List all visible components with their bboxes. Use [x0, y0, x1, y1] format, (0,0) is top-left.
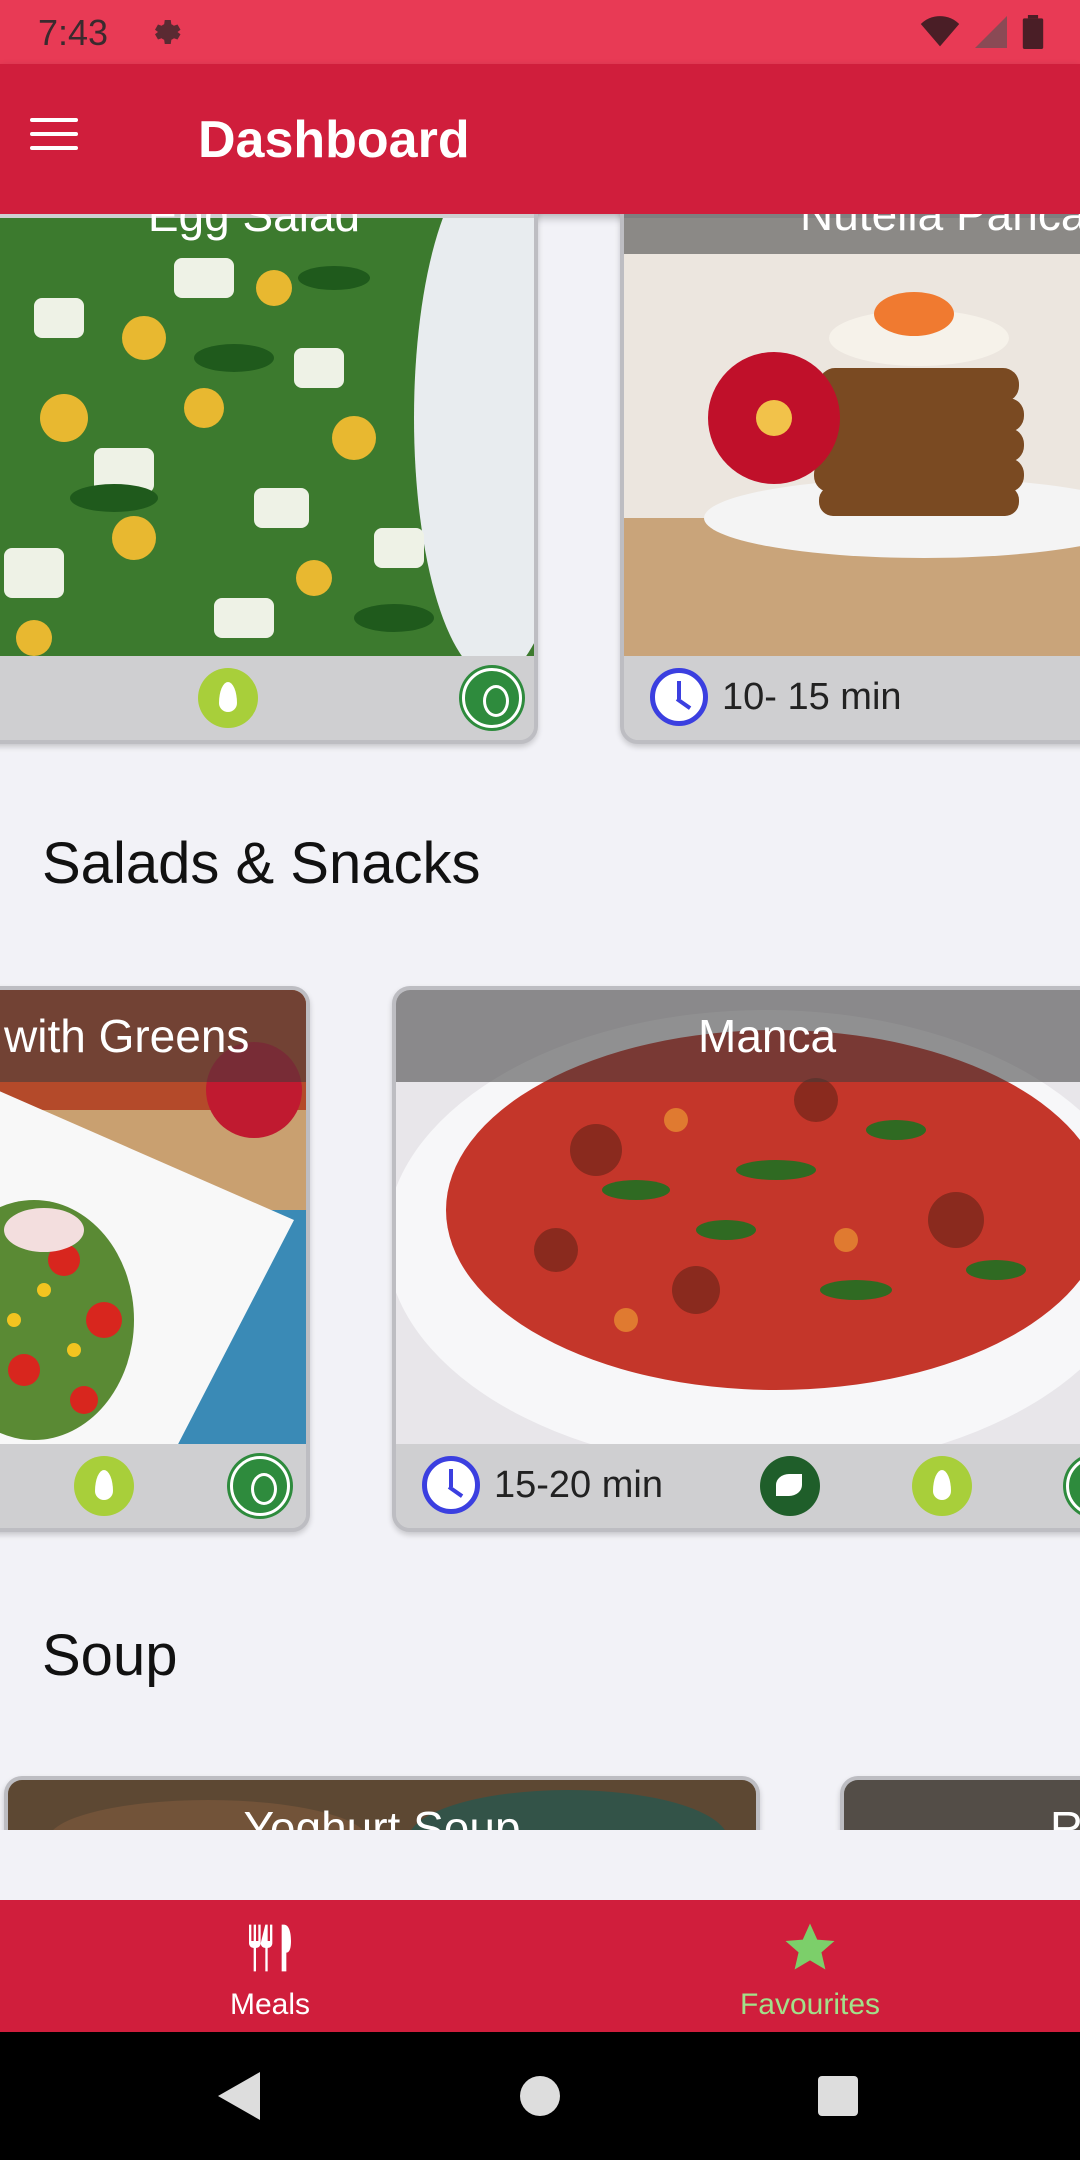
meal-card-footer: 10- 15 min: [624, 656, 1080, 740]
meal-title: with Greens: [0, 990, 306, 1082]
meal-card[interactable]: Nutella Pancakes 10- 15 min: [620, 214, 1080, 744]
battery-icon: [1022, 15, 1044, 49]
settings-gear-icon: [155, 20, 181, 44]
tab-favourites[interactable]: Favourites: [540, 1900, 1080, 2032]
vegetarian-badge-icon: [912, 1456, 972, 1516]
dashboard-content[interactable]: Egg Salad Nutella Pancakes 10- 15 min Sa…: [0, 214, 1080, 1900]
meal-photo: [624, 218, 1080, 670]
list-clip: [0, 1830, 1080, 1900]
meal-photo: [0, 218, 534, 670]
meal-title: Nutella Pancakes: [624, 214, 1080, 254]
section-title: Salads & Snacks: [42, 831, 481, 896]
cutlery-icon: [249, 1924, 291, 1972]
section-title: Soup: [42, 1623, 178, 1688]
app-bar: Dashboard: [0, 64, 1080, 214]
clock-icon: [422, 1456, 480, 1514]
vegetarian-badge-icon: [74, 1456, 134, 1516]
bottom-navigation: Meals Favourites: [0, 1900, 1080, 2032]
vegetarian-badge-icon: [198, 668, 258, 728]
home-icon[interactable]: [520, 2076, 560, 2116]
star-icon: [785, 1923, 835, 1970]
status-icons: [920, 14, 1044, 50]
signal-icon: [975, 16, 1007, 48]
meal-card-footer: 15-20 min: [396, 1444, 1080, 1528]
tab-meals-label: Meals: [229, 1988, 311, 2021]
page-title: Dashboard: [198, 111, 470, 169]
clock-icon: [650, 668, 708, 726]
gluten-free-badge-icon: [230, 1456, 290, 1516]
gluten-free-badge-icon: [462, 668, 522, 728]
meal-card-footer: [0, 656, 534, 740]
status-time: 7:43: [38, 12, 109, 53]
meal-card[interactable]: with Greens: [0, 986, 310, 1532]
tab-meals[interactable]: Meals: [0, 1900, 540, 2032]
vegan-badge-icon: [760, 1456, 820, 1516]
back-icon[interactable]: [218, 2072, 260, 2120]
prep-time: 10- 15 min: [722, 676, 902, 718]
meal-card[interactable]: Manca 15-20 min: [392, 986, 1080, 1532]
meal-title: Manca: [396, 990, 1080, 1082]
recent-apps-icon[interactable]: [818, 2076, 858, 2116]
tab-favourites-label: Favourites: [739, 1988, 881, 2021]
gluten-free-badge-icon: [1066, 1456, 1080, 1516]
meal-card[interactable]: Egg Salad: [0, 214, 538, 744]
hamburger-menu-icon[interactable]: [30, 118, 78, 154]
meal-card-footer: [0, 1444, 306, 1528]
prep-time: 15-20 min: [494, 1464, 663, 1506]
meal-title: Egg Salad: [147, 214, 361, 241]
system-navigation-bar: [0, 2032, 1080, 2160]
wifi-icon: [920, 16, 960, 47]
status-bar: 7:43: [0, 0, 1080, 64]
